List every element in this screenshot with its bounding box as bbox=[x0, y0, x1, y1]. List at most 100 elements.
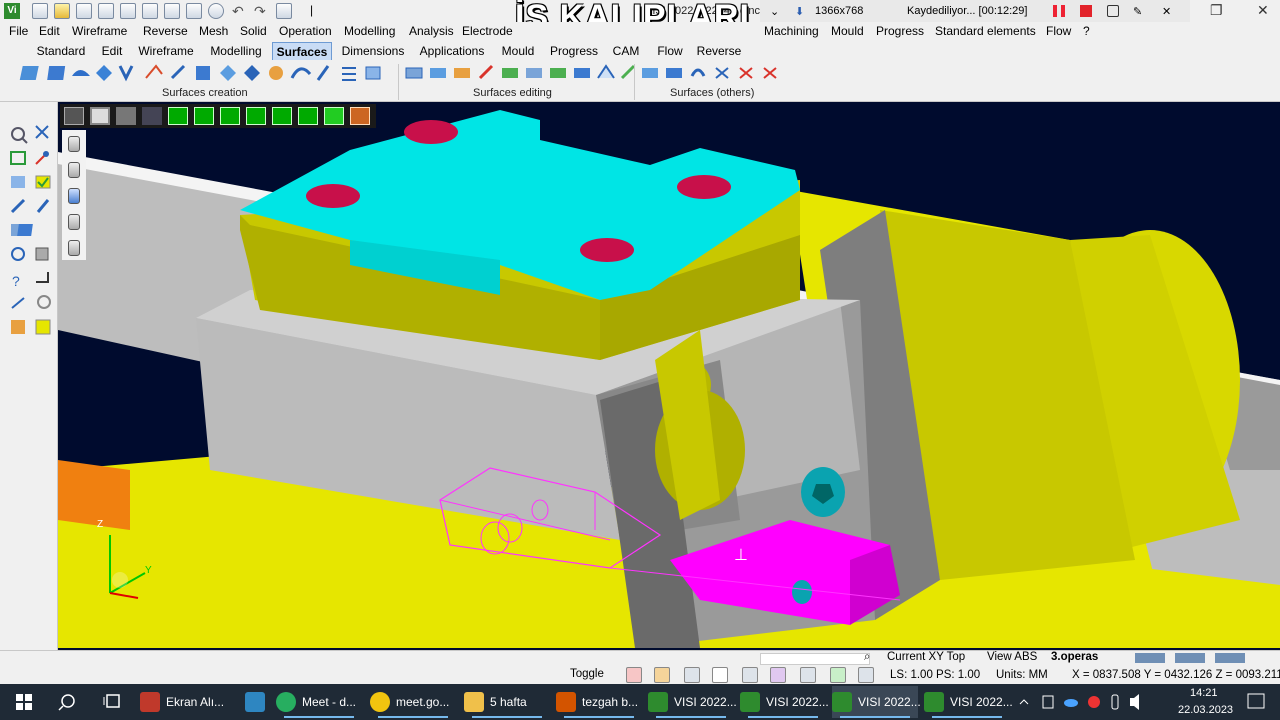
qa-menu-icon[interactable]: | bbox=[310, 3, 326, 19]
taskbar-item-meet-google[interactable]: meet.go... bbox=[370, 686, 456, 718]
refresh-icon[interactable] bbox=[11, 247, 25, 261]
taskbar-item-visi-4[interactable]: VISI 2022... bbox=[924, 686, 1013, 718]
tab-edit[interactable]: Edit bbox=[94, 42, 130, 60]
rotate-icon[interactable] bbox=[37, 295, 51, 309]
view-right-icon[interactable] bbox=[272, 107, 292, 125]
taskbar-item-powerpoint[interactable]: tezgah b... bbox=[556, 686, 642, 718]
layer-icon[interactable] bbox=[68, 136, 80, 152]
pause-icon[interactable] bbox=[1053, 5, 1065, 17]
undo-icon[interactable]: ↶ bbox=[232, 3, 248, 19]
task-view-icon[interactable] bbox=[103, 694, 120, 708]
layer-active-icon[interactable] bbox=[68, 188, 80, 204]
view-axis-icon[interactable] bbox=[350, 107, 370, 125]
measure-icon[interactable] bbox=[35, 151, 49, 165]
stop-icon[interactable] bbox=[1080, 5, 1092, 17]
layer-icon[interactable] bbox=[68, 214, 80, 230]
tab-reverse[interactable]: Reverse bbox=[694, 42, 744, 60]
menu-mesh[interactable]: Mesh bbox=[199, 24, 228, 38]
frame-icon[interactable] bbox=[10, 151, 26, 165]
edit-curve-icon[interactable] bbox=[36, 199, 50, 213]
taskbar-item-screenshot[interactable]: Ekran Alı... bbox=[140, 686, 230, 718]
menu-solid[interactable]: Solid bbox=[240, 24, 267, 38]
menu-standard-elements[interactable]: Standard elements bbox=[935, 24, 1036, 38]
menu-operation[interactable]: Operation bbox=[279, 24, 332, 38]
save-as-icon[interactable] bbox=[142, 3, 158, 19]
view-top-icon[interactable] bbox=[298, 107, 318, 125]
taskbar-item-visi-2[interactable]: VISI 2022... bbox=[740, 686, 829, 718]
menu-electrode[interactable]: Electrode bbox=[462, 24, 513, 38]
surface-icon[interactable] bbox=[17, 224, 33, 236]
new-file-icon[interactable] bbox=[32, 3, 48, 19]
chevron-down-icon[interactable]: ⌄ bbox=[770, 5, 779, 18]
surfaces-creation-icons[interactable] bbox=[19, 64, 381, 82]
tool-icon[interactable] bbox=[654, 667, 670, 683]
taskbar-item-visi-3[interactable]: VISI 2022... bbox=[832, 686, 921, 718]
tab-flow[interactable]: Flow bbox=[652, 42, 688, 60]
cut-icon[interactable] bbox=[11, 297, 25, 309]
color-swatch[interactable] bbox=[1135, 653, 1165, 663]
current-plane[interactable]: Current XY Top bbox=[887, 651, 965, 663]
redo-icon[interactable]: ↷ bbox=[254, 3, 270, 19]
taskbar-item-visi-1[interactable]: VISI 2022... bbox=[648, 686, 737, 718]
tab-wireframe[interactable]: Wireframe bbox=[134, 42, 198, 60]
tab-dimensions[interactable]: Dimensions bbox=[338, 42, 408, 60]
menu-machining[interactable]: Machining bbox=[764, 24, 819, 38]
menu-help[interactable]: ? bbox=[1083, 24, 1090, 38]
preview-icon[interactable] bbox=[208, 3, 224, 19]
export-icon[interactable] bbox=[164, 3, 180, 19]
tool-icon[interactable] bbox=[742, 667, 758, 683]
solid-box-icon[interactable] bbox=[35, 247, 49, 261]
windows-start-icon[interactable] bbox=[16, 694, 32, 710]
tab-applications[interactable]: Applications bbox=[414, 42, 490, 60]
visi-logo-icon[interactable]: Vi bbox=[4, 3, 20, 19]
menu-edit[interactable]: Edit bbox=[39, 24, 60, 38]
3d-viewport[interactable]: ⊥ Z Y bbox=[58, 102, 1280, 650]
tab-progress[interactable]: Progress bbox=[546, 42, 602, 60]
view-pan-icon[interactable] bbox=[142, 107, 162, 125]
recent-icon[interactable] bbox=[98, 3, 114, 19]
model-scene[interactable]: ⊥ bbox=[58, 102, 1280, 650]
view-zoom-icon[interactable] bbox=[116, 107, 136, 125]
toggle-button[interactable]: Toggle bbox=[570, 668, 604, 680]
restore-window-icon[interactable]: ❐ bbox=[1210, 2, 1223, 19]
surfaces-editing-icons[interactable] bbox=[405, 64, 636, 80]
check-icon[interactable] bbox=[35, 175, 51, 189]
close-recording-icon[interactable]: ✕ bbox=[1162, 5, 1171, 18]
pin-icon[interactable]: ⬇ bbox=[795, 5, 804, 18]
layer-icon[interactable] bbox=[68, 240, 80, 256]
view-iso-icon[interactable] bbox=[168, 107, 188, 125]
layer-icon[interactable] bbox=[68, 162, 80, 178]
menu-flow[interactable]: Flow bbox=[1046, 24, 1071, 38]
surfaces-others-icons[interactable] bbox=[642, 67, 777, 79]
tab-surfaces[interactable]: Surfaces bbox=[272, 42, 332, 60]
save-icon[interactable] bbox=[120, 3, 136, 19]
tool-icon[interactable] bbox=[800, 667, 816, 683]
tool-icon[interactable] bbox=[684, 667, 700, 683]
refresh-icon[interactable] bbox=[830, 667, 846, 683]
menu-progress[interactable]: Progress bbox=[876, 24, 924, 38]
help-icon[interactable] bbox=[712, 667, 728, 683]
search-icon[interactable] bbox=[58, 694, 75, 711]
view-bottom-icon[interactable] bbox=[324, 107, 344, 125]
pencil-icon[interactable]: ✎ bbox=[1133, 5, 1142, 18]
view-list-icon[interactable] bbox=[64, 107, 84, 125]
menu-modelling[interactable]: Modelling bbox=[344, 24, 395, 38]
menu-reverse[interactable]: Reverse bbox=[143, 24, 188, 38]
clock-date[interactable]: 22.03.2023 bbox=[1178, 704, 1233, 716]
select-icon[interactable] bbox=[35, 125, 49, 139]
transform-icon[interactable] bbox=[10, 198, 26, 214]
tab-standard[interactable]: Standard bbox=[33, 42, 89, 60]
view-window-icon[interactable] bbox=[90, 107, 110, 125]
palette-icon[interactable] bbox=[11, 320, 25, 334]
menu-wireframe[interactable]: Wireframe bbox=[72, 24, 127, 38]
tab-cam[interactable]: CAM bbox=[608, 42, 644, 60]
tool-icon[interactable] bbox=[626, 667, 642, 683]
help-icon[interactable]: ? bbox=[12, 273, 20, 289]
zoom-icon[interactable] bbox=[11, 127, 28, 144]
color-swatch[interactable] bbox=[1215, 653, 1245, 663]
command-input[interactable] bbox=[760, 653, 870, 665]
menu-mould[interactable]: Mould bbox=[831, 24, 864, 38]
camera-icon[interactable] bbox=[1107, 5, 1119, 17]
view-left-icon[interactable] bbox=[246, 107, 266, 125]
open-folder-icon[interactable] bbox=[54, 3, 70, 19]
